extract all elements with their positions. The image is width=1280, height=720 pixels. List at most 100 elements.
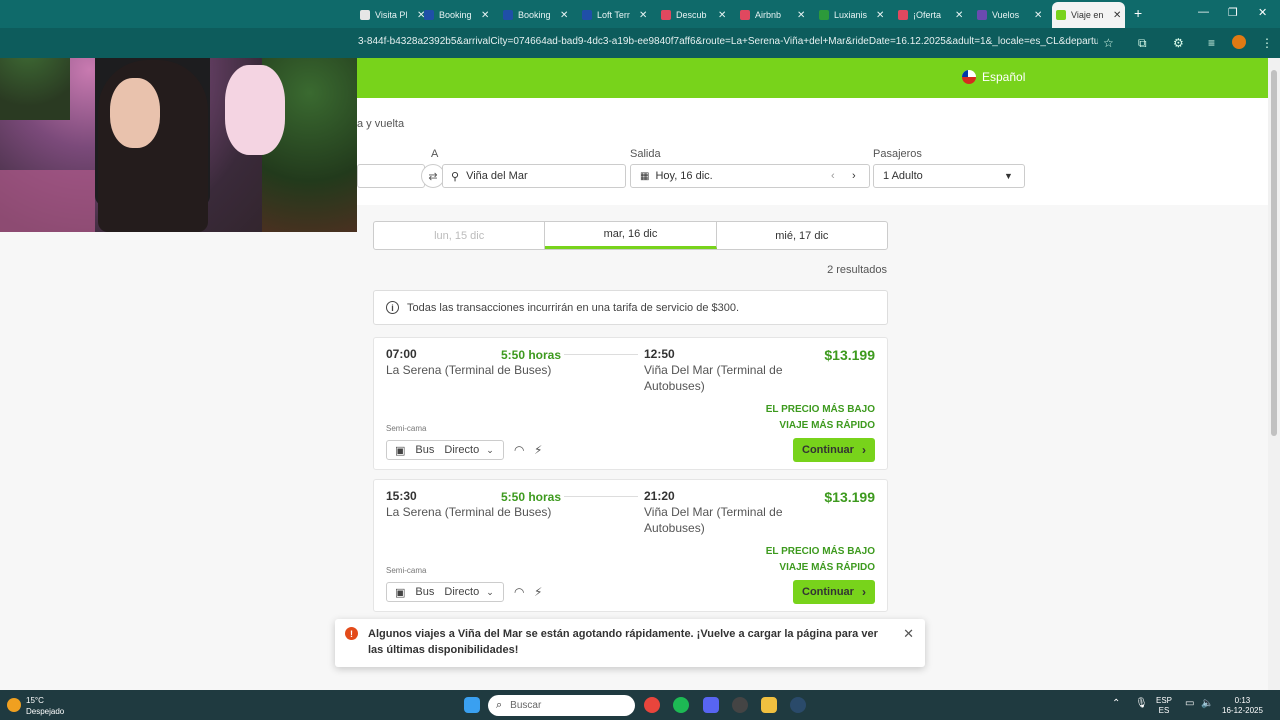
chevron-down-icon: ⌄ — [486, 444, 494, 455]
chrome-icon[interactable] — [644, 697, 660, 713]
clock-date: 16-12-2025 — [1222, 706, 1263, 715]
next-day-icon[interactable]: › — [852, 170, 856, 182]
power-plug-icon: ⚡ — [534, 585, 543, 599]
date-tab-next[interactable]: mié, 17 dic — [717, 222, 887, 249]
weather-moon-icon[interactable] — [7, 698, 21, 712]
continue-button[interactable]: Continuar › — [793, 438, 875, 462]
alert-icon: ! — [345, 627, 358, 640]
chevron-right-icon: › — [861, 585, 866, 599]
close-tab-icon[interactable]: ✕ — [797, 10, 805, 21]
browser-tab[interactable]: Descub ✕ — [657, 4, 730, 26]
extensions-icon[interactable]: ⧉ — [1138, 36, 1147, 51]
close-tab-icon[interactable]: ✕ — [955, 10, 963, 21]
info-icon: i — [386, 301, 399, 314]
microphone-icon[interactable]: 🎙 — [1135, 699, 1148, 709]
calendar-icon: ▦ — [640, 170, 650, 182]
close-tab-icon[interactable]: ✕ — [639, 10, 647, 21]
tab-title: Viaje en — [1071, 10, 1104, 20]
browser-tab[interactable]: Luxianis ✕ — [815, 4, 888, 26]
network-icon[interactable]: ▭ — [1185, 699, 1194, 709]
restore-icon[interactable]: ❐ — [1228, 6, 1238, 19]
origin-station: La Serena (Terminal de Buses) — [386, 363, 552, 377]
destination-label: A — [431, 148, 439, 160]
profile-avatar-icon[interactable] — [1232, 35, 1246, 49]
extension-icon[interactable]: ⚙ — [1173, 36, 1184, 50]
discord-icon[interactable] — [703, 697, 719, 713]
trip-card: 15:30 5:50 horas 21:20 La Serena (Termin… — [373, 479, 888, 612]
browser-tab[interactable]: Booking ✕ — [499, 4, 572, 26]
seat-type: Semi-cama — [386, 566, 427, 575]
destination-value: Viña del Mar — [466, 170, 528, 182]
departure-time: 07:00 — [386, 347, 417, 361]
results-count: 2 resultados — [827, 264, 887, 276]
fastest-tag: VIAJE MÁS RÁPIDO — [779, 420, 875, 431]
windows-start-icon[interactable] — [464, 697, 480, 713]
close-tab-icon[interactable]: ✕ — [1034, 10, 1042, 21]
tab-title: Airbnb — [755, 10, 782, 20]
tab-title: Loft Terr — [597, 10, 630, 20]
streamer-face — [110, 78, 160, 148]
close-window-icon[interactable]: ✕ — [1258, 6, 1267, 19]
obs-icon[interactable] — [732, 697, 748, 713]
spotify-icon[interactable] — [673, 697, 689, 713]
browser-tab[interactable]: Visita Pl ✕ — [356, 4, 429, 26]
site-header: Español — [357, 58, 1268, 98]
browser-tab-active[interactable]: Viaje en ✕ — [1052, 2, 1126, 28]
departure-time: 15:30 — [386, 489, 417, 503]
clock-time: 0:13 — [1234, 696, 1251, 705]
destination-field[interactable]: ⚲ Viña del Mar — [442, 164, 626, 188]
duration-divider — [564, 354, 638, 355]
tab-title: Vuelos — [992, 10, 1020, 20]
close-tab-icon[interactable]: ✕ — [876, 10, 884, 21]
chile-flag-icon — [962, 70, 976, 84]
browser-tab[interactable]: Loft Terr ✕ — [578, 4, 651, 26]
clock[interactable]: 0:13 16-12-2025 — [1222, 696, 1263, 716]
trip-price: $13.199 — [824, 347, 875, 363]
browser-tab[interactable]: Booking ✕ — [420, 4, 493, 26]
menu-list-icon[interactable]: ≡ — [1208, 36, 1215, 50]
tray-overflow-icon[interactable]: ⌃ — [1112, 699, 1120, 709]
browser-tab[interactable]: Airbnb ✕ — [736, 4, 809, 26]
wifi-icon: ◠ — [514, 443, 525, 457]
language-indicator[interactable]: ESP ES — [1156, 696, 1172, 716]
departure-date-field[interactable]: ▦ Hoy, 16 dic. ‹ › — [630, 164, 870, 188]
trip-card: 07:00 5:50 horas 12:50 La Serena (Termin… — [373, 337, 888, 470]
continue-button[interactable]: Continuar › — [793, 580, 875, 604]
destination-station: Viña Del Mar (Terminal de Autobuses) — [644, 505, 783, 535]
trip-duration: 5:50 horas — [501, 348, 562, 362]
temperature: 15°C — [26, 696, 44, 705]
continue-label: Continuar — [802, 444, 854, 456]
close-tab-icon[interactable]: ✕ — [1113, 10, 1121, 21]
passengers-value: 1 Adulto — [883, 170, 923, 182]
prev-day-icon[interactable]: ‹ — [831, 170, 835, 182]
trip-details-dropdown[interactable]: ▣ Bus Directo ⌄ — [386, 440, 504, 460]
scrollbar-thumb[interactable] — [1271, 70, 1277, 436]
close-tab-icon[interactable]: ✕ — [560, 10, 568, 21]
close-tab-icon[interactable]: ✕ — [718, 10, 726, 21]
page-scrollbar[interactable] — [1268, 58, 1280, 690]
url-text[interactable]: 3-844f-b4328a2392b5&arrivalCity=074664ad… — [358, 36, 1098, 47]
bus-icon: ▣ — [395, 444, 406, 457]
new-tab-icon[interactable]: + — [1134, 5, 1142, 21]
browser-tab[interactable]: ¡Oferta ✕ — [894, 4, 967, 26]
date-tab-selected[interactable]: mar, 16 dic — [545, 222, 717, 249]
language-selector[interactable]: Español — [962, 70, 1025, 84]
passengers-select[interactable]: 1 Adulto ▼ — [873, 164, 1025, 188]
close-icon[interactable]: ✕ — [903, 626, 914, 642]
volume-icon[interactable]: 🔈 — [1201, 699, 1213, 709]
browser-tab[interactable]: Vuelos ✕ — [973, 4, 1046, 26]
steam-icon[interactable] — [790, 697, 806, 713]
weather-widget[interactable]: 15°C Despejado — [26, 695, 64, 717]
origin-field[interactable] — [357, 164, 425, 188]
bookmark-star-icon[interactable]: ☆ — [1103, 36, 1114, 50]
tab-title: Booking — [439, 10, 472, 20]
departure-label: Salida — [630, 148, 661, 160]
trip-details-dropdown[interactable]: ▣ Bus Directo ⌄ — [386, 582, 504, 602]
trip-type-label[interactable]: a y vuelta — [357, 118, 404, 130]
more-menu-icon[interactable]: ⋮ — [1261, 36, 1273, 50]
close-tab-icon[interactable]: ✕ — [481, 10, 489, 21]
taskbar-search[interactable]: ⌕ Buscar — [488, 695, 635, 716]
file-explorer-icon[interactable] — [761, 697, 777, 713]
tab-title: Booking — [518, 10, 551, 20]
minimize-icon[interactable]: — — [1198, 6, 1209, 18]
